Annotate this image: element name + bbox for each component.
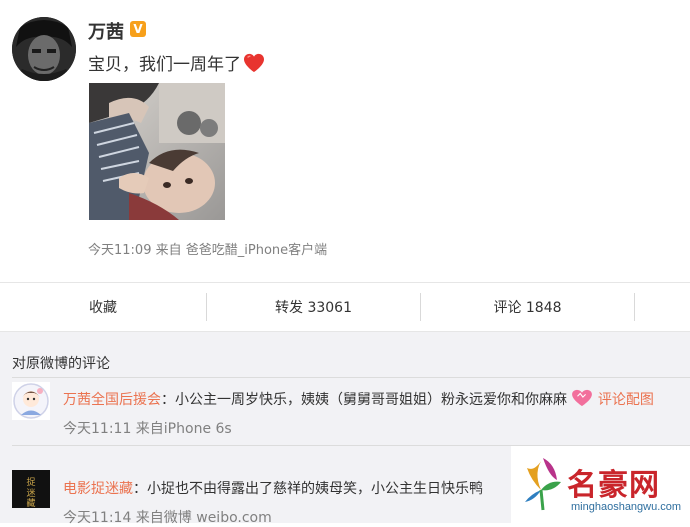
post-text-row: 宝贝，我们一周年了: [88, 50, 265, 75]
comment-separator: ：: [161, 392, 175, 408]
comment-avatar[interactable]: 捉 迷 藏: [12, 470, 50, 508]
comments-title: 对原微博的评论: [12, 356, 110, 372]
post-photo[interactable]: [89, 83, 225, 220]
watermark: 名豪网 minghaoshangwu.com: [511, 446, 690, 523]
heart-icon: [244, 53, 264, 72]
svg-text:藏: 藏: [26, 497, 35, 508]
post-from-label: 来自: [155, 243, 182, 258]
verified-badge-icon: V: [130, 21, 146, 37]
action-bar: 收藏 转发 33061 评论 1848: [0, 282, 690, 332]
svg-text:捉: 捉: [26, 476, 35, 488]
author-avatar[interactable]: [12, 17, 76, 81]
watermark-title: 名豪网: [567, 468, 660, 503]
post-time-link[interactable]: 今天11:09: [88, 243, 151, 258]
comment-image-link[interactable]: 评论配图: [598, 392, 654, 408]
post-meta: 今天11:09 来自 爸爸吃醋_iPhone客户端: [88, 239, 327, 258]
comment-label: 评论 1848: [493, 300, 562, 316]
comment-meta: 今天11:14 来自微博 weibo.com: [63, 510, 272, 526]
favorite-label: 收藏: [89, 300, 117, 316]
svg-text:迷: 迷: [26, 487, 35, 499]
comment-author-link[interactable]: 电影捉迷藏: [63, 481, 133, 497]
post-text: 宝贝，我们一周年了: [88, 55, 241, 75]
comment-button[interactable]: 评论 1848: [421, 283, 634, 331]
comments-divider: [12, 377, 690, 378]
comment-content: 小公主一周岁快乐，姨姨（舅舅哥哥姐姐）粉永远爱你和你麻麻: [175, 392, 567, 408]
comment-content: 小捉也不由得露出了慈祥的姨母笑，小公主生日快乐鸭: [147, 481, 483, 497]
watermark-logo-icon: [525, 458, 561, 511]
comment-text: 电影捉迷藏：小捉也不由得露出了慈祥的姨母笑，小公主生日快乐鸭: [63, 478, 483, 498]
favorite-button[interactable]: 收藏: [0, 283, 206, 331]
pink-heart-icon: [572, 389, 593, 407]
comment-separator: ：: [133, 481, 147, 497]
comment-text: 万茜全国后援会：小公主一周岁快乐，姨姨（舅舅哥哥姐姐）粉永远爱你和你麻麻 评论配…: [63, 389, 654, 409]
author-name[interactable]: 万茜: [88, 18, 124, 44]
comment-avatar[interactable]: [12, 382, 50, 420]
watermark-subtitle: minghaoshangwu.com: [571, 501, 682, 513]
post-client-link[interactable]: 爸爸吃醋_iPhone客户端: [186, 243, 327, 258]
repost-button[interactable]: 转发 33061: [207, 283, 420, 331]
comment-meta: 今天11:11 来自iPhone 6s: [63, 421, 232, 437]
repost-label: 转发 33061: [275, 300, 352, 316]
comment-author-link[interactable]: 万茜全国后援会: [63, 392, 161, 408]
action-divider: [634, 293, 635, 321]
